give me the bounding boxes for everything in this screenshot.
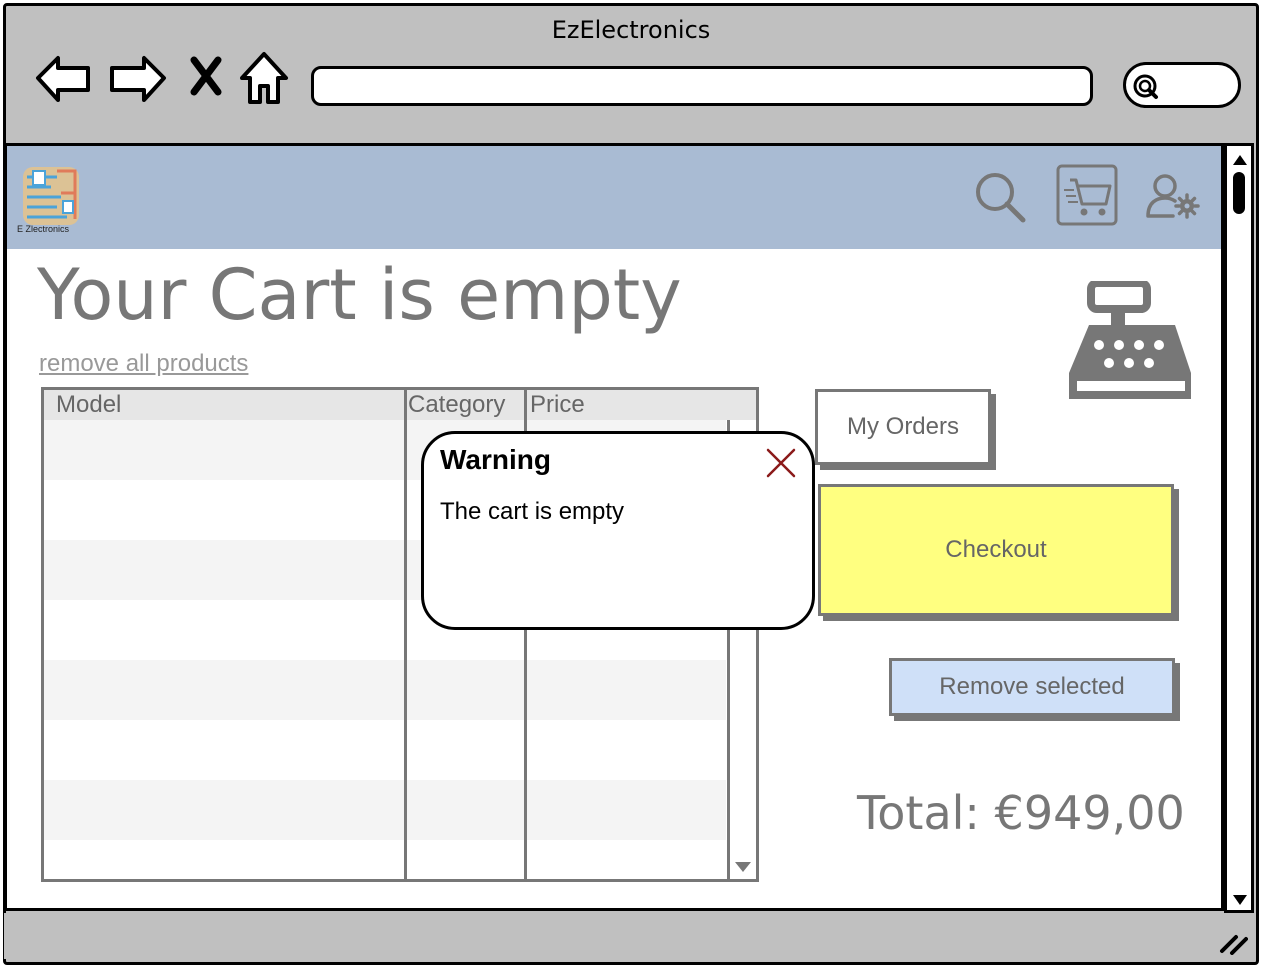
column-header-model[interactable]: Model [56,390,121,420]
status-bar [4,913,1254,959]
close-icon[interactable] [764,446,798,480]
remove-all-products-link[interactable]: remove all products [39,350,248,378]
back-icon[interactable] [34,50,94,106]
address-bar[interactable] [311,66,1093,106]
table-row[interactable] [44,780,726,840]
resize-grip-icon[interactable] [1218,931,1248,955]
scrollbar-thumb[interactable] [1233,172,1245,214]
page-title: Your Cart is empty [37,254,682,336]
logo-text: E Zlectronics [17,224,70,234]
cart-total: Total: €949,00 [857,786,1185,840]
table-row[interactable] [44,720,726,780]
warning-dialog: Warning The cart is empty [421,431,815,630]
page-scrollbar[interactable] [1224,143,1254,913]
column-header-category[interactable]: Category [408,390,505,420]
home-icon[interactable] [238,50,290,106]
dialog-message: The cart is empty [440,498,625,525]
table-row[interactable] [44,840,726,879]
dialog-title: Warning [440,444,551,475]
remove-selected-button[interactable]: Remove selected [889,658,1175,716]
table-header: Model Category Price [44,390,756,420]
scroll-down-icon[interactable] [732,859,754,875]
column-header-price[interactable]: Price [530,390,585,420]
checkout-button[interactable]: Checkout [818,484,1174,616]
scroll-down-icon[interactable] [1230,892,1250,908]
browser-search-field[interactable] [1123,62,1241,108]
user-settings-icon[interactable] [1145,172,1203,222]
site-header: E Zlectronics [7,146,1221,249]
table-row[interactable] [44,660,726,720]
cash-register-icon [1069,281,1191,399]
scroll-up-icon[interactable] [1230,152,1250,168]
window-title: EzElectronics [551,16,711,44]
stop-icon[interactable] [188,56,224,96]
column-divider [404,390,407,879]
search-icon[interactable] [973,170,1027,224]
cart-icon[interactable] [1056,164,1120,228]
forward-icon[interactable] [108,50,168,106]
magnifier-icon [1133,74,1158,99]
my-orders-button[interactable]: My Orders [815,389,991,465]
page-viewport: E Zlectronics Your Cart is empty remove … [4,143,1224,911]
